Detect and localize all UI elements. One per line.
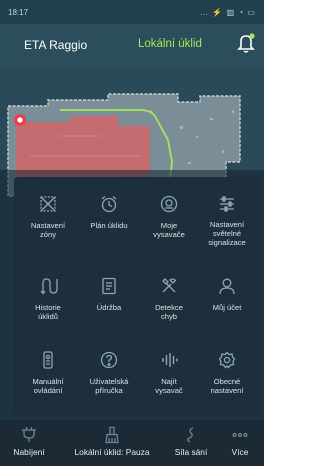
sliders-icon (216, 193, 238, 214)
app-screen: 18:17 … ⚡ ▥ ◔ ▭ ETA Raggio Lokální úklid (0, 0, 264, 466)
menu-item-my-vacuums[interactable]: Moje vysavače (140, 177, 198, 247)
menu-label: Moje vysavače (153, 221, 185, 239)
cleaning-mode-title: Lokální úklid (138, 38, 202, 50)
status-time: 18:17 (8, 7, 29, 17)
menu-label: Údržba (96, 303, 122, 312)
tab-label: Více (231, 447, 249, 457)
tab-label: Lokální úklid: Pauza (74, 447, 150, 457)
user-icon (216, 275, 238, 297)
alarm-clock-icon (98, 193, 120, 215)
menu-item-cleaning-history[interactable]: Historie úklidů (19, 259, 77, 329)
menu-label: Najít vysavač (155, 377, 183, 395)
menu-item-light-signal-settings[interactable]: Nastavení světelné signalizace (198, 177, 256, 247)
tab-label: Síla sání (174, 447, 208, 457)
help-icon (98, 349, 120, 371)
tab-more[interactable]: Více (220, 420, 260, 466)
menu-label: Uživatelská příručka (89, 377, 129, 395)
settings-icon (216, 349, 238, 371)
history-icon (37, 275, 59, 297)
header: ETA Raggio Lokální úklid (0, 24, 264, 66)
menu-label: Detekce chyb (155, 303, 183, 321)
menu-item-zone-settings[interactable]: Nastavení zóny (19, 177, 77, 247)
menu-label: Historie úklidů (35, 303, 61, 321)
remote-icon (37, 349, 59, 371)
robot-vacuum-icon (158, 193, 180, 215)
menu-item-maintenance[interactable]: Údržba (80, 259, 138, 329)
device-name[interactable]: ETA Raggio (24, 38, 87, 52)
menu-item-error-detection[interactable]: Detekce chyb (140, 259, 198, 329)
notification-bell-icon[interactable] (236, 32, 256, 54)
suction-icon (182, 426, 200, 444)
tools-icon (158, 275, 180, 297)
menu-label: Nastavení světelné signalizace (208, 220, 246, 247)
signal-icon (158, 349, 180, 371)
menu-item-my-account[interactable]: Můj účet (198, 259, 256, 329)
document-icon (98, 275, 120, 297)
brush-icon (103, 426, 121, 444)
bottom-tab-bar: Nabíjení Lokální úklid: Pauza Síla sání (0, 420, 264, 466)
menu-item-find-vacuum[interactable]: Najít vysavač (140, 333, 198, 403)
charging-icon (20, 426, 38, 444)
menu-item-user-guide[interactable]: Uživatelská příručka (80, 333, 138, 403)
tab-charging[interactable]: Nabíjení (6, 420, 52, 466)
status-icons: … ⚡ ▥ ◔ ▭ (200, 7, 256, 17)
status-bar: 18:17 … ⚡ ▥ ◔ ▭ (0, 0, 264, 24)
tab-local-cleaning[interactable]: Lokální úklid: Pauza (64, 420, 160, 466)
menu-item-manual-control[interactable]: Manuální ovládání (19, 333, 77, 403)
more-menu-panel: Nastavení zóny Plán úklidu Moje vysavače (14, 177, 260, 417)
menu-label: Manuální ovládání (32, 377, 64, 395)
menu-label: Nastavení zóny (30, 221, 66, 239)
more-icon (231, 426, 249, 444)
menu-item-general-settings[interactable]: Obecné nastavení (198, 333, 256, 403)
zone-icon (37, 193, 59, 215)
menu-label: Můj účet (212, 303, 242, 312)
menu-item-cleaning-schedule[interactable]: Plán úklidu (80, 177, 138, 247)
tab-suction-power[interactable]: Síla sání (166, 420, 216, 466)
menu-label: Plán úklidu (90, 221, 128, 230)
tab-label: Nabíjení (13, 447, 45, 457)
menu-label: Obecné nastavení (210, 377, 244, 395)
